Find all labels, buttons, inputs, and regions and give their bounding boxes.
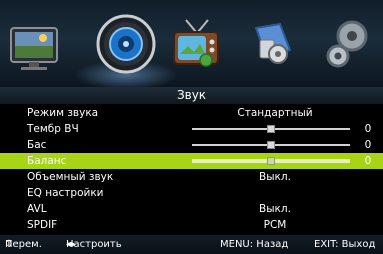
menu-item-eq[interactable]: EQ настройки	[0, 185, 383, 201]
menu-item-value: Выкл.	[259, 171, 291, 183]
menu-item-treble[interactable]: Тембр ВЧ 0	[0, 121, 383, 137]
menu-item-value: PCM	[263, 219, 287, 231]
menu-item-value: Стандартный	[237, 107, 313, 119]
sound-icon[interactable]	[94, 8, 158, 78]
slider-thumb[interactable]	[267, 141, 275, 149]
menu-item-label: AVL	[27, 203, 47, 215]
menu-item-value: 0	[364, 123, 372, 135]
menu-item-balance[interactable]: Баланс 0	[0, 153, 383, 169]
menu-item-avl[interactable]: AVL Выкл.	[0, 201, 383, 217]
hint-back: MENU: Назад	[220, 239, 289, 250]
channel-icon[interactable]	[168, 10, 226, 76]
slider-thumb[interactable]	[267, 125, 275, 133]
menu-item-label: SPDIF	[27, 219, 58, 231]
balance-slider[interactable]	[192, 157, 350, 165]
menu-item-value: 0	[364, 155, 372, 167]
bass-slider[interactable]	[192, 141, 350, 149]
menu-item-value: Выкл.	[259, 203, 291, 215]
menu-item-label: Бас	[27, 139, 47, 151]
slider-thumb[interactable]	[267, 157, 275, 165]
menu-item-label: Объемный звук	[27, 171, 114, 183]
tv-menu-screen: Звук Режим звука Стандартный Тембр ВЧ 0 …	[0, 0, 383, 254]
settings-icon[interactable]	[244, 10, 302, 76]
menu-category-bar	[0, 0, 383, 90]
treble-slider[interactable]	[192, 125, 350, 133]
hint-exit: EXIT: Выход	[314, 239, 376, 250]
menu-item-sound-mode[interactable]: Режим звука Стандартный	[0, 105, 383, 121]
menu-title: Звук	[0, 87, 383, 104]
menu-item-bass[interactable]: Бас 0	[0, 137, 383, 153]
menu-item-surround[interactable]: Объемный звук Выкл.	[0, 169, 383, 185]
picture-icon[interactable]	[7, 10, 65, 76]
menu-item-label: Режим звука	[27, 107, 99, 119]
menu-item-spdif[interactable]: SPDIF PCM	[0, 217, 383, 233]
hint-move-label: Перем.	[5, 239, 42, 250]
menu-item-label: Баланс	[27, 155, 67, 167]
hint-adjust-label: Настроить	[66, 239, 122, 250]
setup-icon[interactable]	[318, 10, 376, 76]
menu-item-value: 0	[364, 139, 372, 151]
hint-bar: ⇕ Перем. ◂▸ Настроить MENU: Назад EXIT: В…	[0, 235, 383, 254]
menu-item-label: EQ настройки	[27, 187, 104, 199]
menu-item-label: Тембр ВЧ	[27, 123, 79, 135]
